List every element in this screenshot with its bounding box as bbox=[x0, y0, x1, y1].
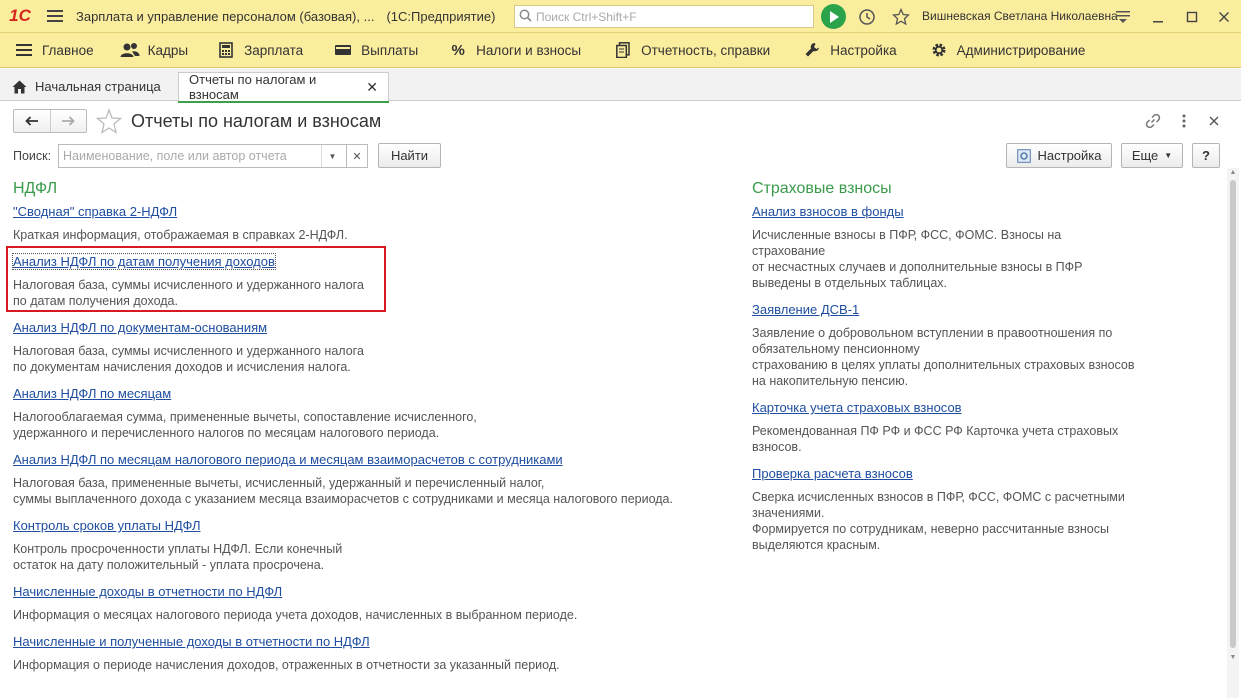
menu-item-hr[interactable]: Кадры bbox=[104, 33, 198, 68]
more-vertical-icon[interactable] bbox=[1173, 110, 1195, 132]
menu-item-reports[interactable]: Отчетность, справки bbox=[591, 33, 780, 68]
menu-item-label: Налоги и взносы bbox=[476, 42, 582, 58]
navigate-arrow-icon[interactable] bbox=[821, 4, 846, 29]
report-description: Налоговая база, примененные вычеты, исчи… bbox=[13, 476, 673, 506]
report-description: Информация о месяцах налогового периода … bbox=[13, 608, 578, 622]
navigation-buttons bbox=[13, 109, 87, 133]
scroll-down-icon[interactable]: ▼ bbox=[1229, 654, 1237, 662]
menu-item-label: Отчетность, справки bbox=[641, 42, 771, 58]
maximize-icon[interactable] bbox=[1180, 0, 1204, 33]
section-heading-insurance: Страховые взносы bbox=[752, 180, 892, 197]
report-link[interactable]: Начисленные доходы в отчетности по НДФЛ bbox=[13, 584, 282, 599]
settings-button[interactable]: Настройка bbox=[1006, 143, 1112, 168]
settings-button-label: Настройка bbox=[1037, 148, 1102, 163]
menu-item-label: Зарплата bbox=[244, 42, 304, 58]
favorite-star-icon[interactable] bbox=[95, 108, 123, 134]
documents-icon bbox=[613, 42, 633, 58]
open-windows-bar: Начальная страница Отчеты по налогам и в… bbox=[0, 69, 1241, 103]
report-link[interactable]: Проверка расчета взносов bbox=[752, 466, 913, 481]
report-description: Заявление о добровольном вступлении в пр… bbox=[752, 326, 1135, 388]
section-heading-ndfl: НДФЛ bbox=[13, 180, 58, 197]
wallet-icon bbox=[333, 42, 353, 58]
user-name[interactable]: Вишневская Светлана Николаевна bbox=[922, 9, 1118, 23]
tab-home[interactable]: Начальная страница bbox=[2, 72, 174, 101]
report-search-field[interactable]: ▼ bbox=[58, 144, 347, 168]
app-logo: 1С bbox=[9, 6, 31, 25]
gear-icon bbox=[929, 42, 949, 58]
highlight-frame bbox=[6, 246, 386, 312]
settings-menu-icon[interactable] bbox=[1112, 0, 1134, 33]
menu-item-label: Главное bbox=[42, 42, 94, 58]
close-tab-icon[interactable]: ✕ bbox=[366, 79, 378, 96]
tab-home-label: Начальная страница bbox=[35, 79, 161, 94]
people-icon bbox=[120, 42, 140, 58]
minimize-icon[interactable] bbox=[1146, 0, 1170, 33]
more-button-label: Еще bbox=[1131, 148, 1159, 163]
settings-form-icon bbox=[1016, 148, 1031, 163]
report-link[interactable]: Заявление ДСВ-1 bbox=[752, 302, 859, 317]
calculator-icon bbox=[216, 42, 236, 58]
clear-search-icon[interactable]: ✕ bbox=[347, 144, 368, 168]
report-description: Исчисленные взносы в ПФР, ФСС, ФОМС. Взн… bbox=[752, 228, 1083, 290]
main-menu-icon[interactable] bbox=[40, 0, 70, 33]
history-icon[interactable] bbox=[856, 0, 878, 33]
home-icon bbox=[12, 80, 27, 94]
menu-item-salary[interactable]: Зарплата bbox=[198, 33, 313, 68]
back-arrow-icon[interactable] bbox=[14, 110, 50, 132]
menu-item-taxes[interactable]: % Налоги и взносы bbox=[428, 33, 591, 68]
report-link[interactable]: Анализ НДФЛ по документам-основаниям bbox=[13, 320, 267, 335]
menu-item-settings[interactable]: Настройка bbox=[780, 33, 906, 68]
tab-tax-reports[interactable]: Отчеты по налогам и взносам ✕ bbox=[178, 72, 389, 103]
more-actions-button[interactable]: Еще ▼ bbox=[1121, 143, 1183, 168]
link-icon[interactable] bbox=[1142, 110, 1164, 132]
menu-item-payments[interactable]: Выплаты bbox=[313, 33, 428, 68]
scroll-thumb[interactable] bbox=[1230, 180, 1236, 648]
report-link[interactable]: "Сводная" справка 2-НДФЛ bbox=[13, 204, 177, 219]
close-window-icon[interactable] bbox=[1212, 0, 1236, 33]
chevron-down-icon: ▼ bbox=[1164, 151, 1173, 160]
percent-icon: % bbox=[451, 41, 465, 59]
tab-active-label: Отчеты по налогам и взносам bbox=[189, 72, 317, 102]
report-description: Контроль просроченности уплаты НДФЛ. Есл… bbox=[13, 542, 343, 572]
global-search-input[interactable] bbox=[536, 9, 806, 24]
report-link[interactable]: Анализ НДФЛ по месяцам bbox=[13, 386, 171, 401]
dropdown-arrow-icon[interactable]: ▼ bbox=[321, 145, 343, 167]
platform-title: (1С:Предприятие) bbox=[386, 8, 496, 24]
vertical-scrollbar[interactable]: ▲ ▼ bbox=[1227, 168, 1239, 698]
menu-item-label: Кадры bbox=[147, 42, 189, 58]
global-search-box[interactable] bbox=[514, 5, 814, 28]
help-button[interactable]: ? bbox=[1192, 143, 1220, 168]
report-link[interactable]: Анализ взносов в фонды bbox=[752, 204, 904, 219]
report-description: Информация о периоде начисления доходов,… bbox=[13, 658, 560, 672]
report-description: Налогооблагаемая сумма, примененные выче… bbox=[13, 410, 477, 440]
wrench-icon bbox=[802, 42, 822, 58]
menu-item-label: Настройка bbox=[830, 42, 897, 58]
report-description: Налоговая база, суммы исчисленного и уде… bbox=[13, 344, 364, 374]
report-description: Сверка исчисленных взносов в ПФР, ФСС, Ф… bbox=[752, 490, 1125, 552]
search-icon bbox=[519, 9, 532, 25]
report-search-input[interactable] bbox=[59, 145, 321, 167]
menu-item-main[interactable]: Главное bbox=[0, 33, 104, 68]
scroll-up-icon[interactable]: ▲ bbox=[1229, 169, 1237, 177]
favorites-star-icon[interactable] bbox=[890, 0, 912, 33]
hamburger-icon bbox=[14, 42, 34, 58]
page-title: Отчеты по налогам и взносам bbox=[131, 111, 382, 131]
report-link[interactable]: Анализ НДФЛ по месяцам налогового период… bbox=[13, 452, 563, 467]
menu-item-label: Администрирование bbox=[956, 42, 1086, 58]
menu-item-label: Выплаты bbox=[361, 42, 419, 58]
forward-arrow-icon[interactable] bbox=[49, 110, 87, 132]
app-title: Зарплата и управление персоналом (базова… bbox=[76, 8, 375, 24]
search-label: Поиск: bbox=[13, 149, 52, 163]
report-description: Рекомендованная ПФ РФ и ФСС РФ Карточка … bbox=[752, 424, 1119, 454]
report-link[interactable]: Контроль сроков уплаты НДФЛ bbox=[13, 518, 201, 533]
close-form-icon[interactable] bbox=[1203, 110, 1225, 132]
report-description: Краткая информация, отображаемая в справ… bbox=[13, 228, 348, 242]
report-link[interactable]: Карточка учета страховых взносов bbox=[752, 400, 962, 415]
sections-menu: Главное Кадры Зарплата Выплаты % Налоги … bbox=[0, 33, 1241, 68]
report-link[interactable]: Начисленные и полученные доходы в отчетн… bbox=[13, 634, 370, 649]
menu-item-admin[interactable]: Администрирование bbox=[907, 33, 1096, 68]
find-button[interactable]: Найти bbox=[378, 143, 441, 168]
